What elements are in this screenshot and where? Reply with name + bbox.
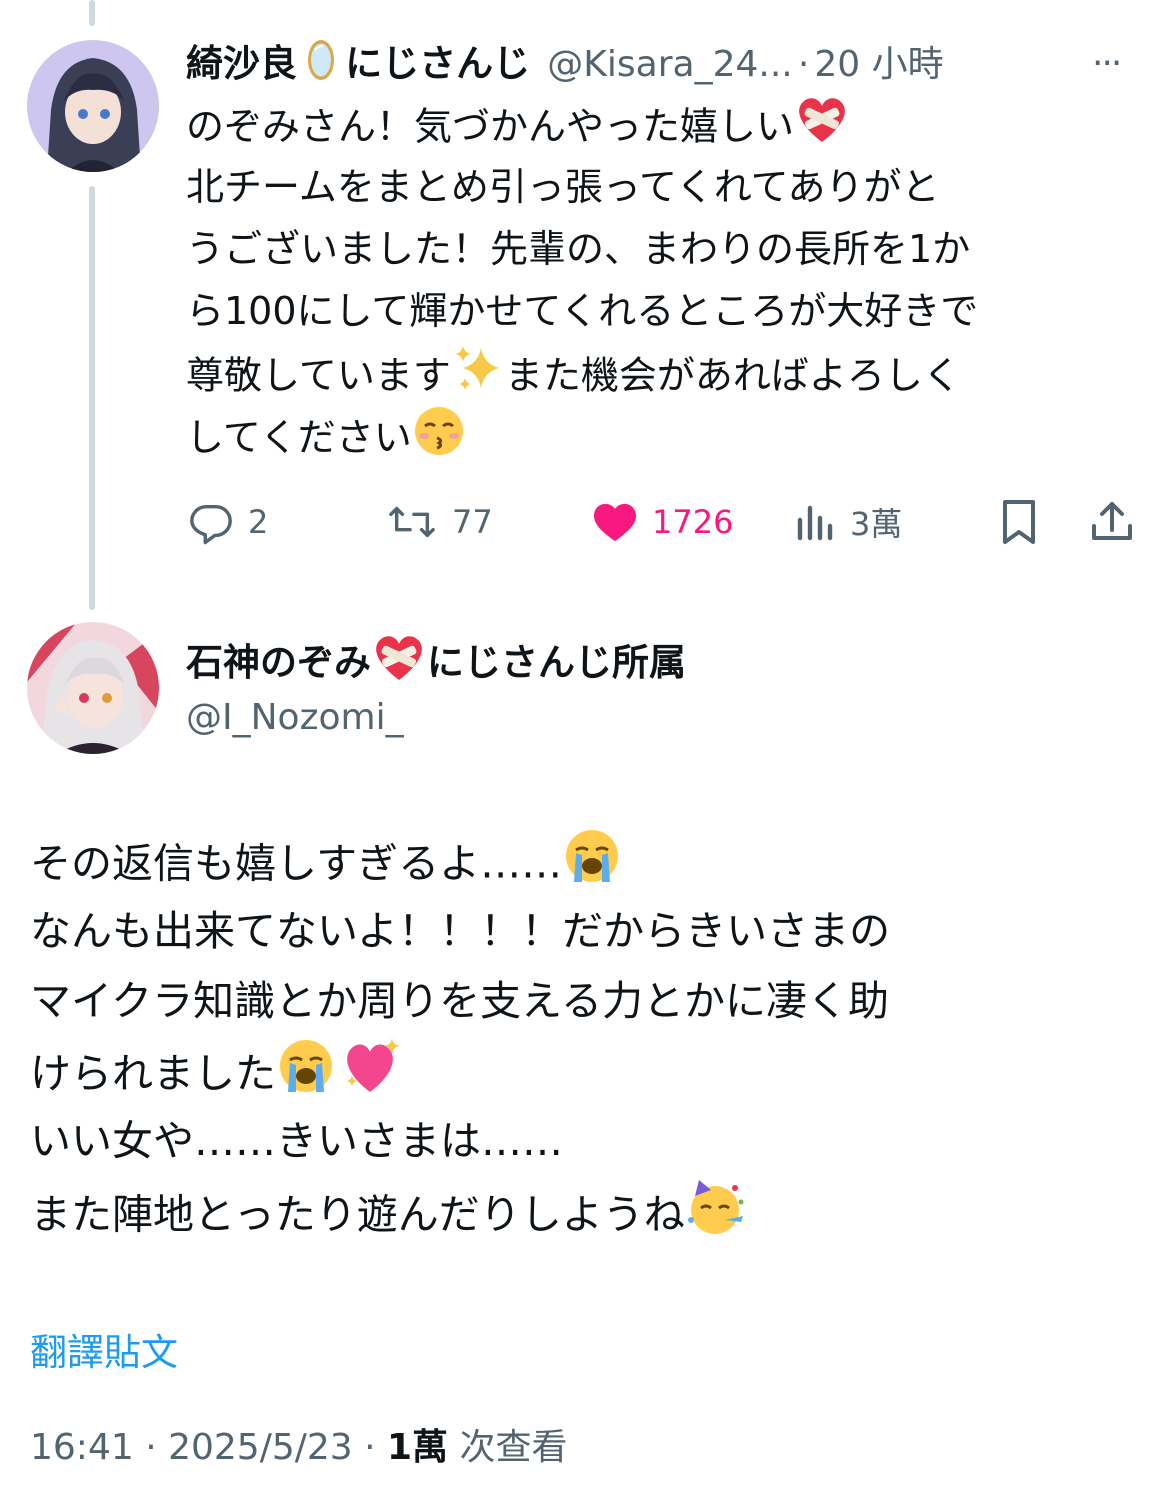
main-text-line-5: いい女や……きいさまは……	[30, 1117, 563, 1165]
more-options-button[interactable]: ···	[1092, 36, 1122, 92]
main-text-line-1: その返信も嬉しすぎるよ……	[30, 826, 622, 907]
main-text-line-4: けられました	[30, 1036, 404, 1117]
reply-org-name[interactable]: にじさんじ	[345, 42, 530, 85]
reply-handle[interactable]: @Kisara_24...	[547, 44, 792, 85]
views-button[interactable]: 3萬	[796, 492, 902, 552]
reply-dot: ·	[797, 44, 810, 85]
reply-text-line-3: うございました！先輩の、まわりの長所を1か	[186, 227, 971, 271]
reply-header: 綺沙良 にじさんじ @Kisara_24... · 20 小時	[186, 36, 944, 92]
post-view-count: 1萬	[387, 1427, 449, 1468]
thread-line	[89, 186, 95, 610]
crying-face-icon	[276, 1036, 336, 1117]
post-meta: 16:41 · 2025/5/23 · 1萬 次查看	[30, 1418, 568, 1470]
main-text-line-6: また陣地とったり遊んだりしようね	[30, 1176, 747, 1259]
reply-text-line-1: のぞみさん！気づかんやった嬉しい	[186, 94, 850, 164]
reply-text-line-4: ら100にして輝かせてくれるところが大好きで	[186, 289, 979, 333]
reply-text-line-6: してください	[186, 404, 466, 476]
bookmark-icon	[998, 498, 1040, 546]
retweet-icon	[386, 499, 438, 545]
avatar-kisara[interactable]	[27, 40, 159, 172]
main-text: その返信も嬉しすぎるよ……	[30, 839, 563, 888]
kissing-face-icon	[412, 404, 466, 476]
main-handle[interactable]: @I_Nozomi_	[186, 690, 404, 746]
reply-button[interactable]: 2	[188, 492, 268, 552]
mended-heart-icon	[794, 94, 850, 164]
main-text-line-3: マイクラ知識とか周りを支える力とかに凄く助	[30, 977, 889, 1025]
reply-text: してください	[186, 415, 412, 460]
main-text-line-2: なんも出来てないよ！！！！だからきいさまの	[30, 907, 891, 955]
reply-text: のぞみさん！気づかんやった嬉しい	[186, 104, 795, 149]
sparkling-heart-icon	[342, 1036, 404, 1117]
main-text: けられました	[30, 1049, 276, 1098]
translate-post-link[interactable]: 翻譯貼文	[30, 1322, 178, 1376]
reply-display-name[interactable]: 綺沙良	[186, 42, 297, 85]
crying-face-icon	[562, 826, 622, 907]
like-count: 1726	[652, 503, 734, 541]
main-text: また陣地とったり遊んだりしようね	[30, 1190, 685, 1239]
reply-time[interactable]: 20 小時	[814, 44, 943, 85]
share-button[interactable]	[1088, 492, 1136, 552]
like-button[interactable]: 1726	[592, 492, 733, 552]
bookmark-button[interactable]	[998, 492, 1040, 552]
partying-face-icon	[685, 1176, 747, 1259]
reply-icon	[188, 499, 234, 545]
share-icon	[1088, 498, 1136, 546]
views-icon	[796, 502, 836, 542]
post-view-label: 次查看	[448, 1427, 568, 1468]
reply-text-line-2: 北チームをまとめ引っ張ってくれてありがと	[186, 165, 940, 209]
avatar-nozomi[interactable]	[27, 622, 159, 754]
reply-count: 2	[248, 503, 269, 541]
retweet-count: 77	[452, 503, 493, 541]
thread-line-top	[89, 0, 95, 26]
reply-text: 尊敬しています	[186, 353, 451, 398]
post-timestamp[interactable]: 16:41 · 2025/5/23 ·	[30, 1427, 387, 1468]
main-header: 石神のぞみ にじさんじ所属	[186, 632, 686, 692]
main-display-name[interactable]: 石神のぞみ	[186, 641, 371, 684]
main-display-name-suffix[interactable]: にじさんじ所属	[427, 641, 686, 684]
view-count: 3萬	[850, 505, 903, 543]
like-icon	[592, 501, 638, 543]
retweet-button[interactable]: 77	[386, 492, 493, 552]
reply-text: また機会があればよろしく	[504, 353, 961, 398]
